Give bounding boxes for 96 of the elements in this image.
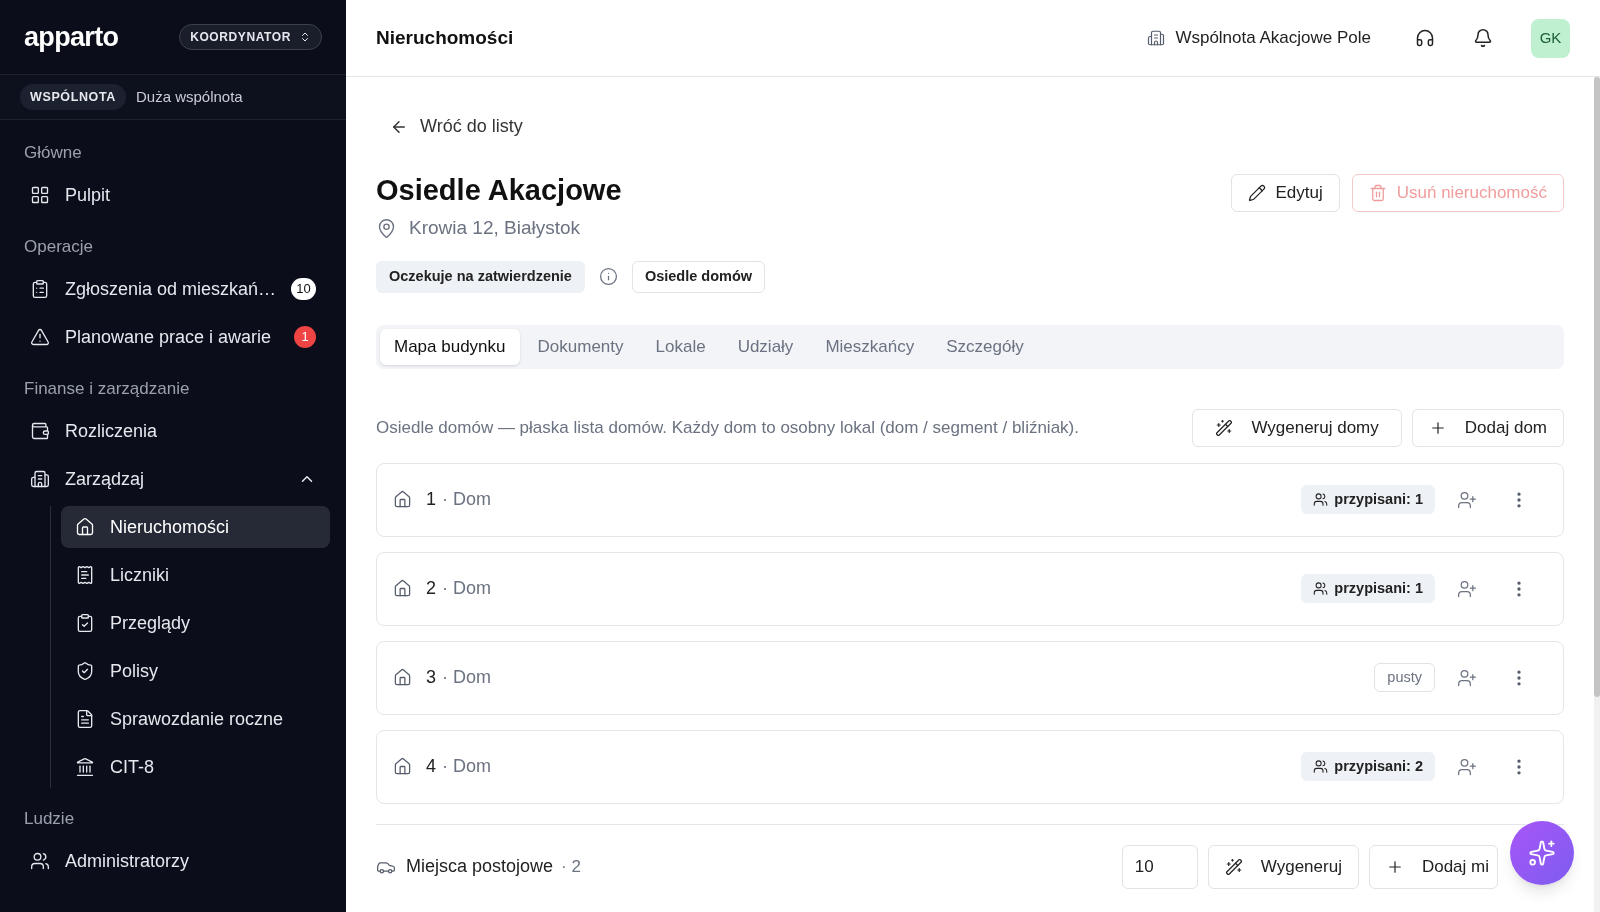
home-icon — [393, 757, 412, 776]
generate-button[interactable]: Wygeneruj — [1207, 844, 1359, 889]
sidebar-item[interactable]: Planowane prace i awarie 1 — [16, 316, 330, 358]
chevron-updown-icon — [299, 31, 311, 43]
logo: apparto — [24, 20, 119, 54]
property-address: Krowia 12, Białystok — [409, 216, 581, 241]
trash-icon — [1368, 184, 1387, 202]
assigned-tag: przypisani: 2 — [1301, 751, 1435, 782]
tab[interactable]: Mapa budynku — [380, 328, 520, 365]
section-heading: Główne — [23, 142, 83, 165]
home-icon — [393, 668, 412, 687]
community-label: Wspólnota Akacjowe Pole — [1175, 27, 1371, 50]
home-icon — [393, 579, 412, 598]
clipboard-check-icon — [75, 613, 95, 633]
house-card[interactable]: 4 · Dom przypisani: 2 — [376, 729, 1564, 804]
support-icon[interactable] — [1415, 28, 1435, 48]
pencil-icon — [1247, 184, 1266, 202]
page-title: Nieruchomości — [376, 25, 515, 50]
status-tag: Oczekuje na zatwierdzenie — [376, 260, 585, 293]
home-icon — [75, 517, 95, 537]
assigned-tag: przypisani: 1 — [1301, 484, 1435, 515]
sidebar-item[interactable]: Pulpit — [16, 174, 330, 216]
add-person-icon[interactable] — [1457, 578, 1477, 599]
house-type: · Dom — [442, 666, 492, 689]
tab[interactable]: Dokumenty — [523, 328, 638, 365]
edit-button[interactable]: Edytuj — [1230, 174, 1340, 212]
sidebar-item[interactable]: Zarządzaj — [16, 458, 330, 500]
users-icon — [30, 851, 50, 871]
back-link[interactable]: Wróć do listy — [390, 113, 1564, 140]
section-heading: Finanse i zarządzanie — [23, 378, 191, 401]
sidebar-item[interactable]: Liczniki — [61, 554, 330, 596]
type-tag: Osiedle domów — [631, 260, 766, 293]
assigned-tag: przypisani: 1 — [1301, 573, 1435, 604]
house-number: 3 — [426, 666, 436, 689]
tab[interactable]: Lokale — [641, 328, 720, 365]
assistant-button[interactable] — [1510, 821, 1574, 885]
tab[interactable]: Mieszkańcy — [811, 328, 929, 365]
house-type: · Dom — [442, 755, 492, 778]
notifications-icon[interactable] — [1473, 28, 1493, 48]
users-icon — [1313, 759, 1329, 774]
clipboard-icon — [30, 279, 50, 299]
house-card[interactable]: 2 · Dom przypisani: 1 — [376, 551, 1564, 626]
sidebar-item[interactable]: CIT-8 — [61, 746, 330, 788]
building-icon — [30, 469, 50, 489]
add-button[interactable]: Dodaj mi — [1368, 844, 1498, 889]
role-selector[interactable]: KOORDYNATOR — [179, 24, 322, 50]
tab[interactable]: Udziały — [723, 328, 808, 365]
add-button[interactable]: Dodaj dom — [1411, 408, 1564, 447]
add-person-icon[interactable] — [1457, 667, 1477, 688]
add-person-icon[interactable] — [1457, 489, 1477, 510]
sidebar-item[interactable]: Polisy — [61, 650, 330, 692]
house-number: 1 — [426, 488, 436, 511]
sidebar-item[interactable]: Nieruchomości — [61, 506, 330, 548]
building-icon — [1147, 29, 1166, 47]
count-badge: 10 — [291, 278, 316, 300]
section-heading: Ludzie — [23, 808, 76, 831]
count-badge: 1 — [294, 326, 316, 348]
document-icon — [75, 709, 95, 729]
users-icon — [1313, 581, 1329, 596]
info-icon[interactable] — [598, 267, 618, 287]
users-icon — [1313, 492, 1329, 507]
section-heading: Operacje — [23, 236, 94, 259]
sidebar-item[interactable]: Zgłoszenia od mieszkań… 10 — [16, 268, 330, 310]
community-tag: WSPÓLNOTA — [20, 83, 126, 111]
sidebar-item[interactable]: Sprawozdanie roczne — [61, 698, 330, 740]
magic-wand-icon — [1224, 857, 1243, 876]
magic-wand-icon — [1215, 418, 1234, 437]
property-name: Osiedle Akacjowe — [376, 173, 622, 208]
empty-tag: pusty — [1374, 662, 1435, 693]
sidebar-item[interactable]: Administratorzy — [16, 840, 330, 882]
home-icon — [393, 490, 412, 509]
sparkles-icon — [1528, 839, 1556, 867]
parking-count: · 2 — [561, 855, 582, 878]
sidebar-item[interactable]: Rozliczenia — [16, 410, 330, 452]
generate-button[interactable]: Wygeneruj domy — [1192, 408, 1402, 447]
house-number: 4 — [426, 755, 436, 778]
user-avatar[interactable]: GK — [1531, 18, 1570, 58]
community-name: Duża wspólnota — [135, 86, 243, 107]
house-number: 2 — [426, 577, 436, 600]
house-card[interactable]: 1 · Dom przypisani: 1 — [376, 462, 1564, 537]
grid-icon — [30, 185, 50, 205]
shield-icon — [75, 661, 95, 681]
description-text: Osiedle domów — płaska lista domów. Każdy dom to osobny lokal (dom / segment / bliźniak). — [376, 416, 1079, 439]
quantity-field[interactable]: 10 — [1121, 844, 1198, 889]
house-type: · Dom — [442, 488, 492, 511]
tab[interactable]: Szczegóły — [932, 328, 1038, 365]
location-pin-icon — [376, 218, 397, 239]
add-person-icon[interactable] — [1457, 756, 1477, 777]
parking-title: Miejsca postojowe — [406, 855, 554, 878]
wallet-icon — [30, 421, 50, 441]
house-card[interactable]: 3 · Dom pusty — [376, 640, 1564, 715]
house-type: · Dom — [442, 577, 492, 600]
bank-icon — [75, 757, 95, 777]
receipt-icon — [75, 565, 95, 585]
sidebar-item[interactable]: Przeglądy — [61, 602, 330, 644]
warning-icon — [30, 327, 50, 347]
